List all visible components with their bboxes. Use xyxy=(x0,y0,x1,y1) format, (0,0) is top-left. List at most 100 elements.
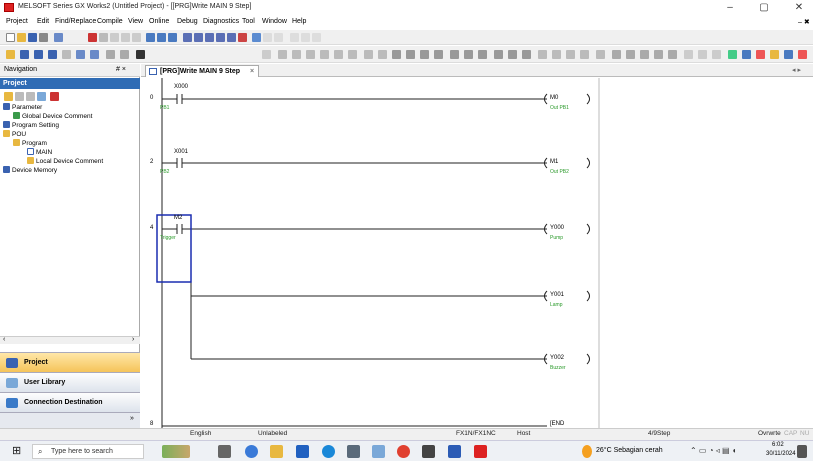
build-icon[interactable] xyxy=(136,50,145,59)
chrome-icon[interactable] xyxy=(397,445,410,458)
new-data-icon[interactable] xyxy=(4,92,13,101)
store-icon[interactable] xyxy=(296,445,309,458)
edge-icon[interactable] xyxy=(322,445,335,458)
delete-line-icon[interactable] xyxy=(478,50,487,59)
tree-item-program[interactable]: Program xyxy=(13,139,47,148)
horizontal-line-icon[interactable] xyxy=(364,50,373,59)
clock-time[interactable]: 6:02 xyxy=(772,442,784,448)
cut-icon[interactable] xyxy=(88,33,97,42)
ladder-editor[interactable]: 0 2 4 8 X000 PB1 X001 PB2 M2 Trigger M0 … xyxy=(141,78,813,428)
coil-icon[interactable] xyxy=(334,50,343,59)
comment-icon[interactable] xyxy=(508,50,517,59)
overflow-chevron-icon[interactable]: » xyxy=(130,415,134,422)
nav-button-user-library[interactable]: User Library xyxy=(0,372,140,392)
ladder-tool-icon[interactable] xyxy=(552,50,561,59)
ladder-tool-icon[interactable] xyxy=(712,50,721,59)
nav-button-connection-destination[interactable]: Connection Destination xyxy=(0,392,140,412)
note-icon[interactable] xyxy=(522,50,531,59)
zoom-icon[interactable] xyxy=(76,50,85,59)
new-file-icon[interactable] xyxy=(6,33,15,42)
file-explorer-icon[interactable] xyxy=(270,445,283,458)
navigation-window-icon[interactable] xyxy=(20,50,29,59)
help-icon[interactable] xyxy=(54,33,63,42)
verify-plc-icon[interactable] xyxy=(205,33,214,42)
grid-icon[interactable] xyxy=(62,50,71,59)
ladder-tool-icon[interactable] xyxy=(756,50,765,59)
project-tree-icon[interactable] xyxy=(6,50,15,59)
ladder-tool-icon[interactable] xyxy=(698,50,707,59)
menu-tool[interactable]: Tool xyxy=(242,18,255,25)
application-instruction-icon[interactable] xyxy=(348,50,357,59)
simulation-icon[interactable] xyxy=(252,33,261,42)
ladder-tool-icon[interactable] xyxy=(798,50,807,59)
ladder-tool-icon[interactable] xyxy=(626,50,635,59)
device-display-icon[interactable] xyxy=(90,50,99,59)
delete-data-icon[interactable] xyxy=(15,92,24,101)
menu-help[interactable]: Help xyxy=(292,18,306,25)
ladder-tool-icon[interactable] xyxy=(580,50,589,59)
tree-item-local-device-comment[interactable]: Local Device Comment xyxy=(27,157,103,166)
ladder-tool-icon[interactable] xyxy=(612,50,621,59)
scroll-left-icon[interactable]: ‹ xyxy=(3,336,5,343)
tree-item-global-device-comment[interactable]: Global Device Comment xyxy=(13,112,92,121)
toolbar-disabled-icon[interactable] xyxy=(290,33,299,42)
tab-scroll-icon[interactable]: ◂ ▸ xyxy=(792,66,801,74)
ladder-tool-icon[interactable] xyxy=(640,50,649,59)
draw-line-icon[interactable] xyxy=(464,50,473,59)
property-icon[interactable] xyxy=(34,50,43,59)
paste-icon[interactable] xyxy=(110,33,119,42)
monitor-icon[interactable] xyxy=(227,33,236,42)
close-contact-icon[interactable] xyxy=(306,50,315,59)
weather-icon[interactable] xyxy=(582,445,592,458)
ladder-tool-icon[interactable] xyxy=(668,50,677,59)
menu-project[interactable]: Project xyxy=(6,18,28,25)
library-icon[interactable] xyxy=(48,50,57,59)
undo-icon[interactable] xyxy=(121,33,130,42)
ladder-tool-icon[interactable] xyxy=(596,50,605,59)
clock-date[interactable]: 30/11/2024 xyxy=(766,451,796,457)
ladder-tool-icon[interactable] xyxy=(684,50,693,59)
redo-icon[interactable] xyxy=(132,33,141,42)
menu-compile[interactable]: Compile xyxy=(97,18,123,25)
maximize-button[interactable]: ▢ xyxy=(752,1,776,15)
menu-window[interactable]: Window xyxy=(262,18,287,25)
parallel-open-contact-icon[interactable] xyxy=(292,50,301,59)
nav-overflow-bar[interactable]: » xyxy=(0,412,140,428)
word-icon[interactable] xyxy=(448,445,461,458)
restore-child-button[interactable]: – ✖ xyxy=(798,18,810,26)
find-contact-coil-icon[interactable] xyxy=(168,33,177,42)
find-instruction-icon[interactable] xyxy=(157,33,166,42)
write-plc-icon[interactable] xyxy=(194,33,203,42)
vertical-line-icon[interactable] xyxy=(378,50,387,59)
menu-online[interactable]: Online xyxy=(149,18,169,25)
ladder-tool-icon[interactable] xyxy=(728,50,737,59)
remote-run-icon[interactable] xyxy=(216,33,225,42)
windows-start-icon[interactable]: ⊞ xyxy=(12,445,21,457)
notification-icon[interactable] xyxy=(797,445,807,458)
weather-text[interactable]: 26°C Sebagian cerah xyxy=(596,447,663,454)
device-batch-icon[interactable] xyxy=(106,50,115,59)
menu-find-replace[interactable]: Find/Replace xyxy=(55,18,96,25)
menu-view[interactable]: View xyxy=(128,18,143,25)
tab-prg-main[interactable]: [PRG]Write MAIN 9 Step × xyxy=(145,65,259,77)
tree-item-program-setting[interactable]: Program Setting xyxy=(3,121,59,130)
properties-icon[interactable] xyxy=(37,92,46,101)
close-button[interactable]: ✕ xyxy=(787,1,811,15)
tray-icons[interactable]: ⌃ ▭ ◔ ◃ ▤ ◖ xyxy=(690,446,737,455)
ladder-symbol-icon[interactable] xyxy=(262,50,271,59)
tree-item-parameter[interactable]: Parameter xyxy=(3,103,42,112)
ladder-tool-icon[interactable] xyxy=(770,50,779,59)
gx-works-taskbar-icon[interactable] xyxy=(474,445,487,458)
toolbar-disabled-icon[interactable] xyxy=(274,33,283,42)
invert-icon[interactable] xyxy=(434,50,443,59)
tree-item-device-memory[interactable]: Device Memory xyxy=(3,166,57,175)
toolbar-disabled-icon[interactable] xyxy=(263,33,272,42)
operation-result-icon[interactable] xyxy=(450,50,459,59)
app-icon[interactable] xyxy=(372,445,385,458)
menu-edit[interactable]: Edit xyxy=(37,18,49,25)
rising-pulse-icon[interactable] xyxy=(392,50,401,59)
tree-item-main[interactable]: MAIN xyxy=(27,148,52,157)
print-icon[interactable] xyxy=(39,33,48,42)
ladder-tool-icon[interactable] xyxy=(784,50,793,59)
ladder-tool-icon[interactable] xyxy=(538,50,547,59)
